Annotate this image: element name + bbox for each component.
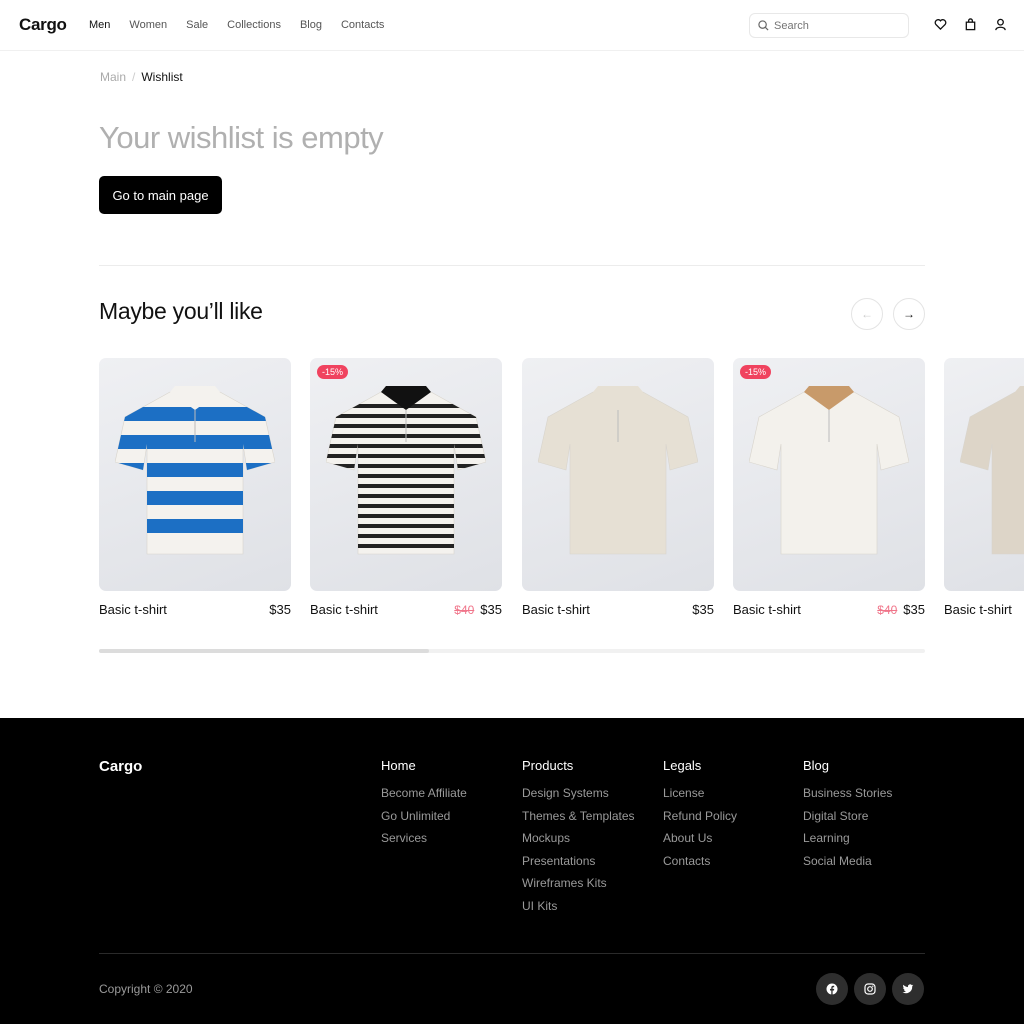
footer-column-title: Legals: [663, 758, 702, 773]
product-name[interactable]: Basic t-shirt: [99, 602, 167, 617]
footer-column-title: Products: [522, 758, 574, 773]
search-box[interactable]: [749, 13, 909, 38]
product-card[interactable]: Basic t-shirt $35: [522, 358, 714, 617]
arrow-right-icon: →: [903, 307, 915, 321]
footer-link[interactable]: Become Affiliate: [381, 786, 467, 800]
footer-column: Legals License Refund Policy About Us Contac…: [663, 758, 737, 876]
scrollbar-thumb[interactable]: [99, 649, 430, 653]
product-card[interactable]: -15% Basic t-shirt $40 $35: [310, 358, 502, 617]
page-title: Your wishlist is empty: [99, 120, 384, 155]
footer-link[interactable]: Business Stories: [803, 786, 892, 800]
footer-link[interactable]: Design Systems: [522, 786, 635, 800]
product-image[interactable]: [310, 358, 502, 591]
search-input[interactable]: [774, 19, 894, 32]
nav-women[interactable]: Women: [129, 19, 167, 31]
breadcrumb-current: Wishlist: [141, 70, 183, 84]
shirt-icon: [115, 386, 275, 555]
nav-collections[interactable]: Collections: [227, 19, 281, 31]
main-nav: Men Women Sale Collections Blog Contacts: [89, 19, 384, 31]
footer-link[interactable]: Learning: [803, 831, 892, 845]
product-price: $35: [480, 602, 502, 617]
shirt-icon: [960, 386, 1024, 555]
footer-link[interactable]: Presentations: [522, 854, 635, 868]
twitter-button[interactable]: [892, 973, 924, 1005]
divider: [99, 265, 925, 266]
footer-link[interactable]: Mockups: [522, 831, 635, 845]
old-price: $40: [877, 603, 898, 617]
footer-link[interactable]: Refund Policy: [663, 809, 737, 823]
product-price: $35: [692, 602, 714, 617]
footer-link[interactable]: Contacts: [663, 854, 737, 868]
user-icon[interactable]: [994, 18, 1007, 31]
product-name[interactable]: Basic t-shirt: [522, 602, 590, 617]
footer: Cargo Home Become Affiliate Go Unlimited Se…: [0, 718, 1024, 1024]
product-name[interactable]: Basic t-shirt: [733, 602, 801, 617]
carousel-scrollbar[interactable]: [99, 649, 925, 653]
footer-logo[interactable]: Cargo: [99, 758, 142, 775]
footer-divider: [99, 953, 925, 954]
product-price: $35: [903, 602, 925, 617]
product-name[interactable]: Basic t-shirt: [944, 602, 1012, 617]
product-card[interactable]: Basic t-shirt: [944, 358, 1024, 617]
old-price: $40: [454, 603, 475, 617]
search-icon: [758, 20, 769, 31]
footer-link[interactable]: Digital Store: [803, 809, 892, 823]
breadcrumb-main[interactable]: Main: [100, 70, 126, 84]
product-name[interactable]: Basic t-shirt: [310, 602, 378, 617]
instagram-button[interactable]: [854, 973, 886, 1005]
breadcrumb: Main / Wishlist: [100, 70, 183, 84]
footer-column-title: Blog: [803, 758, 830, 773]
product-image[interactable]: [733, 358, 925, 591]
footer-link[interactable]: Social Media: [803, 854, 892, 868]
footer-link[interactable]: License: [663, 786, 737, 800]
nav-contacts[interactable]: Contacts: [341, 19, 384, 31]
shirt-icon: [538, 386, 698, 555]
product-card[interactable]: Basic t-shirt $35: [99, 358, 291, 617]
nav-blog[interactable]: Blog: [300, 19, 322, 31]
nav-men[interactable]: Men: [89, 19, 110, 31]
prev-button[interactable]: ←: [851, 298, 883, 330]
product-card[interactable]: -15% Basic t-shirt $40 $35: [733, 358, 925, 617]
footer-column: Blog Business Stories Digital Store Learnin…: [803, 758, 892, 876]
go-to-main-button[interactable]: Go to main page: [99, 176, 222, 214]
product-image[interactable]: [522, 358, 714, 591]
shirt-icon: [326, 386, 486, 555]
bag-icon[interactable]: [964, 18, 977, 31]
product-image[interactable]: [944, 358, 1024, 591]
discount-badge: -15%: [317, 365, 349, 379]
instagram-icon: [864, 983, 876, 995]
copyright: Copyright © 2020: [99, 982, 193, 996]
section-title: Maybe you’ll like: [99, 298, 263, 324]
footer-column-title: Home: [381, 758, 416, 773]
footer-link[interactable]: Go Unlimited: [381, 809, 467, 823]
footer-column: Home Become Affiliate Go Unlimited Services: [381, 758, 467, 854]
next-button[interactable]: →: [893, 298, 925, 330]
product-image[interactable]: [99, 358, 291, 591]
breadcrumb-separator: /: [132, 70, 136, 84]
nav-sale[interactable]: Sale: [186, 19, 208, 31]
footer-link[interactable]: Services: [381, 831, 467, 845]
logo[interactable]: Cargo: [19, 15, 67, 35]
shirt-icon: [749, 386, 909, 555]
footer-link[interactable]: Themes & Templates: [522, 809, 635, 823]
twitter-icon: [902, 984, 914, 994]
product-price: $35: [269, 602, 291, 617]
arrow-left-icon: ←: [861, 307, 873, 321]
heart-icon[interactable]: [934, 18, 947, 31]
facebook-button[interactable]: [816, 973, 848, 1005]
footer-link[interactable]: UI Kits: [522, 899, 635, 913]
header: Cargo Men Women Sale Collections Blog Co…: [0, 0, 1024, 51]
facebook-icon: [826, 983, 838, 995]
footer-column: Products Design Systems Themes & Templates…: [522, 758, 635, 921]
discount-badge: -15%: [740, 365, 772, 379]
footer-link[interactable]: About Us: [663, 831, 737, 845]
footer-link[interactable]: Wireframes Kits: [522, 876, 635, 890]
